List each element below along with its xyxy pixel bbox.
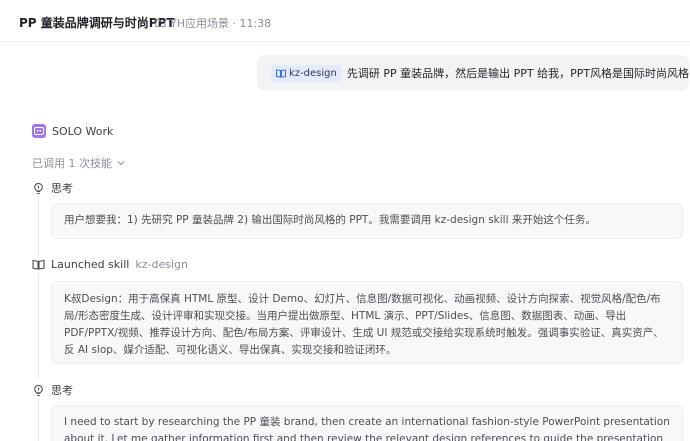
launched-skill-step[interactable]: Launched skill kz-design: [32, 258, 188, 271]
thinking-step[interactable]: 思考: [32, 180, 73, 196]
step-label: 思考: [51, 384, 73, 397]
skill-chip[interactable]: kz-design: [271, 64, 342, 82]
conversation-meta[interactable]: YH应用场景 · 11:38: [155, 15, 271, 31]
agent-header: SOLO Work: [32, 124, 113, 138]
skill-chip-label: kz-design: [289, 67, 337, 79]
conversation-header: PP 童装品牌调研与时尚PPT YH应用场景 · 11:38: [0, 0, 690, 42]
open-book-icon: [32, 258, 45, 271]
chevron-down-icon: [117, 161, 125, 166]
skills-used-label: 已调用 1 次技能: [32, 157, 112, 170]
agent-name: SOLO Work: [52, 124, 114, 138]
thinking-text: I need to start by researching the PP 童装…: [64, 416, 670, 441]
thinking-content: 用户想要我：1) 先研究 PP 童装品牌 2) 输出国际时尚风格的 PPT。我需…: [51, 203, 683, 239]
book-icon: [276, 68, 286, 78]
timeline-connector: [38, 398, 39, 441]
thinking-content: I need to start by researching the PP 童装…: [51, 405, 683, 441]
thinking-step[interactable]: 思考: [32, 382, 73, 398]
lightbulb-icon: [32, 384, 45, 397]
step-label: 思考: [51, 182, 73, 195]
thinking-text: 用户想要我：1) 先研究 PP 童装品牌 2) 输出国际时尚风格的 PPT。我需…: [64, 214, 596, 226]
skill-description-text: K叔Design：用于高保真 HTML 原型、设计 Demo、幻灯片、信息图/数…: [64, 293, 664, 356]
user-message-text: 先调研 PP 童装品牌，然后是输出 PPT 给我，PPT风格是国际时尚风格: [346, 67, 690, 80]
skill-description: K叔Design：用于高保真 HTML 原型、设计 Demo、幻灯片、信息图/数…: [51, 281, 683, 364]
timeline-connector: [38, 274, 39, 378]
lightbulb-icon: [32, 182, 45, 195]
user-message-bubble: kz-design 先调研 PP 童装品牌，然后是输出 PPT 给我，PPT风格…: [257, 55, 689, 91]
conversation-meta-text: YH应用场景 · 11:38: [170, 17, 272, 30]
conversation-title: PP 童装品牌调研与时尚PPT: [19, 16, 175, 30]
timeline-connector: [38, 196, 39, 256]
chat-page: PP 童装品牌调研与时尚PPT YH应用场景 · 11:38 kz-design…: [0, 0, 690, 441]
folder-icon: [155, 19, 166, 27]
step-label: Launched skill: [51, 258, 130, 271]
skills-used-toggle[interactable]: 已调用 1 次技能: [32, 155, 125, 171]
skill-name: kz-design: [135, 258, 188, 271]
solo-work-icon: [32, 124, 46, 138]
